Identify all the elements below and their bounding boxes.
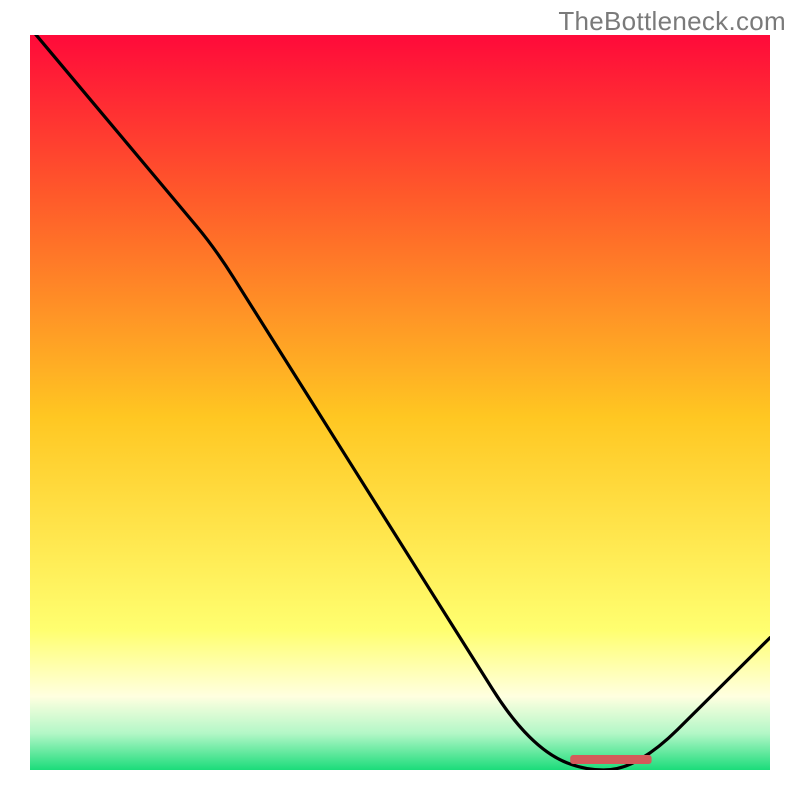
chart-stage: TheBottleneck.com	[0, 0, 800, 800]
watermark-text: TheBottleneck.com	[558, 6, 786, 37]
optimal-range-marker	[570, 755, 651, 764]
chart-svg	[30, 35, 770, 770]
plot-area	[30, 35, 770, 770]
gradient-background	[30, 35, 770, 770]
